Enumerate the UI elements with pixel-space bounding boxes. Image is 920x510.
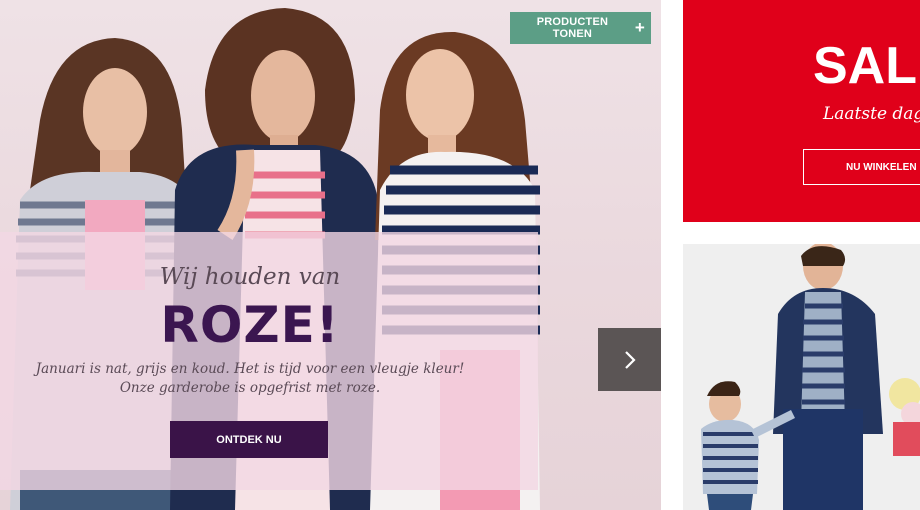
show-products-button[interactable]: PRODUCTEN TONEN + (510, 12, 651, 44)
promo-description-line-1: Januari is nat, grijs en koud. Het is ti… (35, 361, 465, 377)
sale-tile[interactable]: SAL Laatste dag NU WINKELEN (683, 0, 920, 222)
hero-banner[interactable]: PRODUCTEN TONEN + Wij houden van ROZE! J… (0, 0, 661, 510)
sale-subtitle: Laatste dag (823, 104, 920, 124)
family-photo-man-and-boy (683, 244, 920, 510)
family-promo-tile[interactable] (683, 244, 920, 510)
promo-eyebrow: Wij houden van (159, 264, 341, 290)
promo-panel: Wij houden van ROZE! Januari is nat, gri… (0, 232, 538, 490)
page: PRODUCTEN TONEN + Wij houden van ROZE! J… (0, 0, 920, 510)
discover-now-button[interactable]: ONTDEK NU (170, 421, 328, 458)
promo-description: Januari is nat, grijs en koud. Het is ti… (10, 360, 490, 398)
chevron-right-icon (624, 350, 636, 369)
promo-description-line-2: Onze garderobe is opgefrist met roze. (119, 380, 381, 396)
show-products-label: PRODUCTEN TONEN (536, 16, 609, 40)
sale-heading: SAL (813, 37, 917, 95)
slider-next-button[interactable] (598, 328, 661, 391)
shop-now-button[interactable]: NU WINKELEN (803, 149, 920, 185)
plus-icon: + (634, 17, 645, 37)
promo-title: ROZE! (160, 296, 340, 354)
